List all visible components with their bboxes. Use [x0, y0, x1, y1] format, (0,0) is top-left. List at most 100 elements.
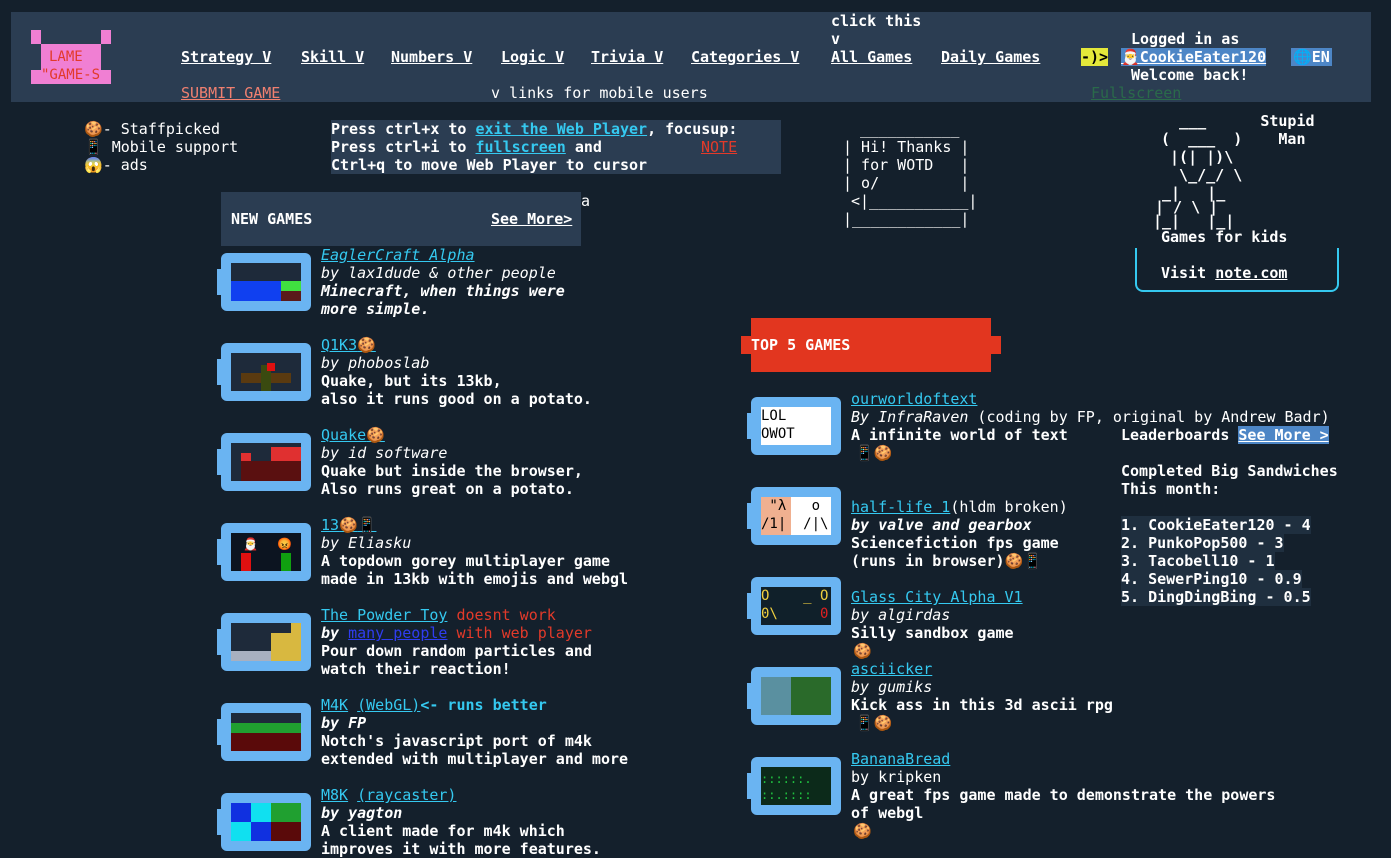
cookie-icon: 🍪 [853, 642, 872, 660]
nav-numbers[interactable]: Numbers V [391, 48, 472, 66]
game-desc: more simple. [321, 300, 430, 318]
game-title-m8k-row: M8K (raycaster) [321, 786, 456, 804]
wotd-line5: |____________| [843, 210, 970, 228]
user-profile-link[interactable]: 🎅CookieEater120 [1121, 48, 1267, 66]
user-menu-arrow-button[interactable]: -)> [1081, 48, 1109, 66]
game-author: by Eliasku [321, 534, 412, 552]
thumb-ourworldoftext[interactable]: LOL OWOT [747, 397, 841, 455]
game-title-q1k3[interactable]: Q1K3🍪 [321, 336, 376, 354]
fullscreen-link[interactable]: Fullscreen [1091, 84, 1181, 102]
new-games-title: NEW GAMES [231, 210, 313, 228]
thumb-q1k3[interactable] [217, 343, 311, 401]
nav-strategy[interactable]: Strategy V [181, 48, 271, 66]
site-logo[interactable]: LAME "GAME-S [31, 30, 111, 84]
nav-trivia[interactable]: Trivia V [591, 48, 663, 66]
logo-text-line2: "GAME-S [41, 67, 101, 83]
top5-title: TOP 5 GAMES [751, 336, 851, 354]
cookie-icon: 🍪 [366, 426, 385, 444]
leaderboard-row: 5. DingDingBing - 0.5 [1121, 588, 1311, 606]
game-desc: of webgl [851, 804, 924, 822]
game-author: by algirdas [851, 606, 951, 624]
nav-categories[interactable]: Categories V [691, 48, 799, 66]
logged-in-label: Logged in as [1131, 30, 1240, 48]
game-title-powder-toy[interactable]: The Powder Toy [321, 606, 447, 624]
game-desc: Notch's javascript port of m4k [321, 732, 592, 750]
game-title-bananabread[interactable]: BananaBread [851, 750, 950, 768]
leaderboard-row: 3. Tacobell10 - 1 [1121, 552, 1275, 570]
leaderboard-row: 1. CookieEater120 - 4 [1121, 516, 1311, 534]
game-title-m4k-row: M4K (WebGL)<- runs better [321, 696, 547, 714]
game-desc: Quake, but its 13kb, [321, 372, 502, 390]
santa-icon: 🎅 [243, 537, 258, 551]
game-title-m8k[interactable]: M8K [321, 786, 348, 804]
nav-logic[interactable]: Logic V [501, 48, 564, 66]
game-desc: Sciencefiction fps game [851, 534, 1059, 552]
game-author: by gumiks [851, 678, 933, 696]
game-desc: A client made for m4k which [321, 822, 565, 840]
game-title-eaglercraft[interactable]: EaglerCraft Alpha [321, 246, 475, 264]
game-title-asciicker[interactable]: asciicker [851, 660, 932, 678]
game-title-glass-city[interactable]: Glass City Alpha V1 [851, 588, 1023, 606]
thumb-half-life[interactable]: "λ o /1| /|\ [747, 487, 841, 545]
thumb-powder-toy[interactable] [217, 613, 311, 671]
cookie-icon: 🍪 [339, 516, 358, 534]
thumb-text: OWOT [761, 426, 795, 442]
ascii-man-line5: \_/_/ \ [1161, 166, 1243, 184]
m4k-webgl-link[interactable]: (WebGL) [357, 696, 420, 714]
game-desc: (runs in browser)🍪📱 [851, 552, 1042, 570]
submit-game-link[interactable]: SUBMIT GAME [181, 84, 280, 102]
leaderboard-see-more-link[interactable]: See More > [1238, 426, 1329, 444]
cookie-icon: 🍪 [853, 822, 872, 840]
thumb-glass-city[interactable]: O _ O 0\ 0 [747, 577, 841, 635]
thumb-13[interactable]: 🎅 😡 [217, 523, 311, 581]
click-this-hint: click this [831, 12, 922, 30]
game-desc: Kick ass in this 3d ascii rpg [851, 696, 1113, 714]
nav-daily-games[interactable]: Daily Games [941, 48, 1040, 66]
thumb-eaglercraft[interactable] [217, 253, 311, 311]
thumb-quake[interactable] [217, 433, 311, 491]
cookie-icon: 🍪 [873, 444, 893, 462]
wotd-line1: | Hi! Thanks | [843, 138, 970, 156]
thumb-m4k[interactable] [217, 703, 311, 761]
game-desc: A great fps game made to demonstrate the… [851, 786, 1276, 804]
fullscreen-link[interactable]: fullscreen [476, 138, 566, 156]
game-desc: extended with multiplayer and more [321, 750, 629, 768]
game-title-powder-toy-row: The Powder Toy doesnt work [321, 606, 556, 624]
nav-skill[interactable]: Skill V [301, 48, 364, 66]
ascii-man-line1: ___ Stupid [1161, 112, 1315, 130]
game-title-ourworldoftext[interactable]: ourworldoftext [851, 390, 977, 408]
m8k-raycaster-link[interactable]: (raycaster) [357, 786, 456, 804]
new-games-see-more-link[interactable]: See More> [491, 210, 572, 228]
game-title-quake[interactable]: Quake🍪 [321, 426, 385, 444]
many-people-link[interactable]: many people [348, 624, 447, 642]
cookie-icon: 🍪 [1004, 552, 1024, 570]
controls-line1: Press ctrl+x to exit the Web Player, foc… [331, 120, 738, 138]
globe-icon: 🌐 [1293, 48, 1312, 66]
game-title-m4k[interactable]: M4K [321, 696, 348, 714]
games-for-kids-caption: Games for kids [1161, 228, 1288, 246]
visit-note: Visit note.com [1161, 264, 1288, 282]
phone-icon: 📱 [1023, 552, 1042, 570]
controls-line3: Ctrl+q to move Web Player to cursor [331, 156, 648, 174]
game-title-13[interactable]: 13🍪📱 [321, 516, 376, 534]
thumb-asciicker[interactable] [747, 667, 841, 725]
language-selector[interactable]: 🌐EN [1291, 48, 1332, 66]
nav-all-games[interactable]: All Games [831, 48, 912, 66]
game-author: by lax1dude & other people [321, 264, 556, 282]
phone-icon: 📱 [855, 714, 874, 732]
ascii-man-line3: ( ___ ) Man [1161, 130, 1306, 148]
controls-line2: Press ctrl+i to fullscreen and [331, 138, 602, 156]
wotd-line2: | for WOTD | [843, 156, 970, 174]
note-link[interactable]: NOTE [701, 138, 737, 156]
game-desc: watch their reaction! [321, 660, 511, 678]
leaderboard-subheading: This month: [1121, 480, 1221, 498]
thumb-m8k[interactable] [217, 793, 311, 851]
exit-web-player-link[interactable]: exit the Web Player [476, 120, 648, 138]
phone-icon: 📱 [357, 516, 377, 534]
game-desc: Pour down random particles and [321, 642, 592, 660]
ads-face-icon: 😱 [84, 156, 103, 174]
note-com-link[interactable]: note.com [1215, 264, 1287, 282]
thumb-bananabread[interactable]: ::::::.::.:::: [747, 757, 841, 815]
game-title-half-life[interactable]: half-life 1 [851, 498, 950, 516]
wotd-line3: | o/ | [843, 174, 970, 192]
